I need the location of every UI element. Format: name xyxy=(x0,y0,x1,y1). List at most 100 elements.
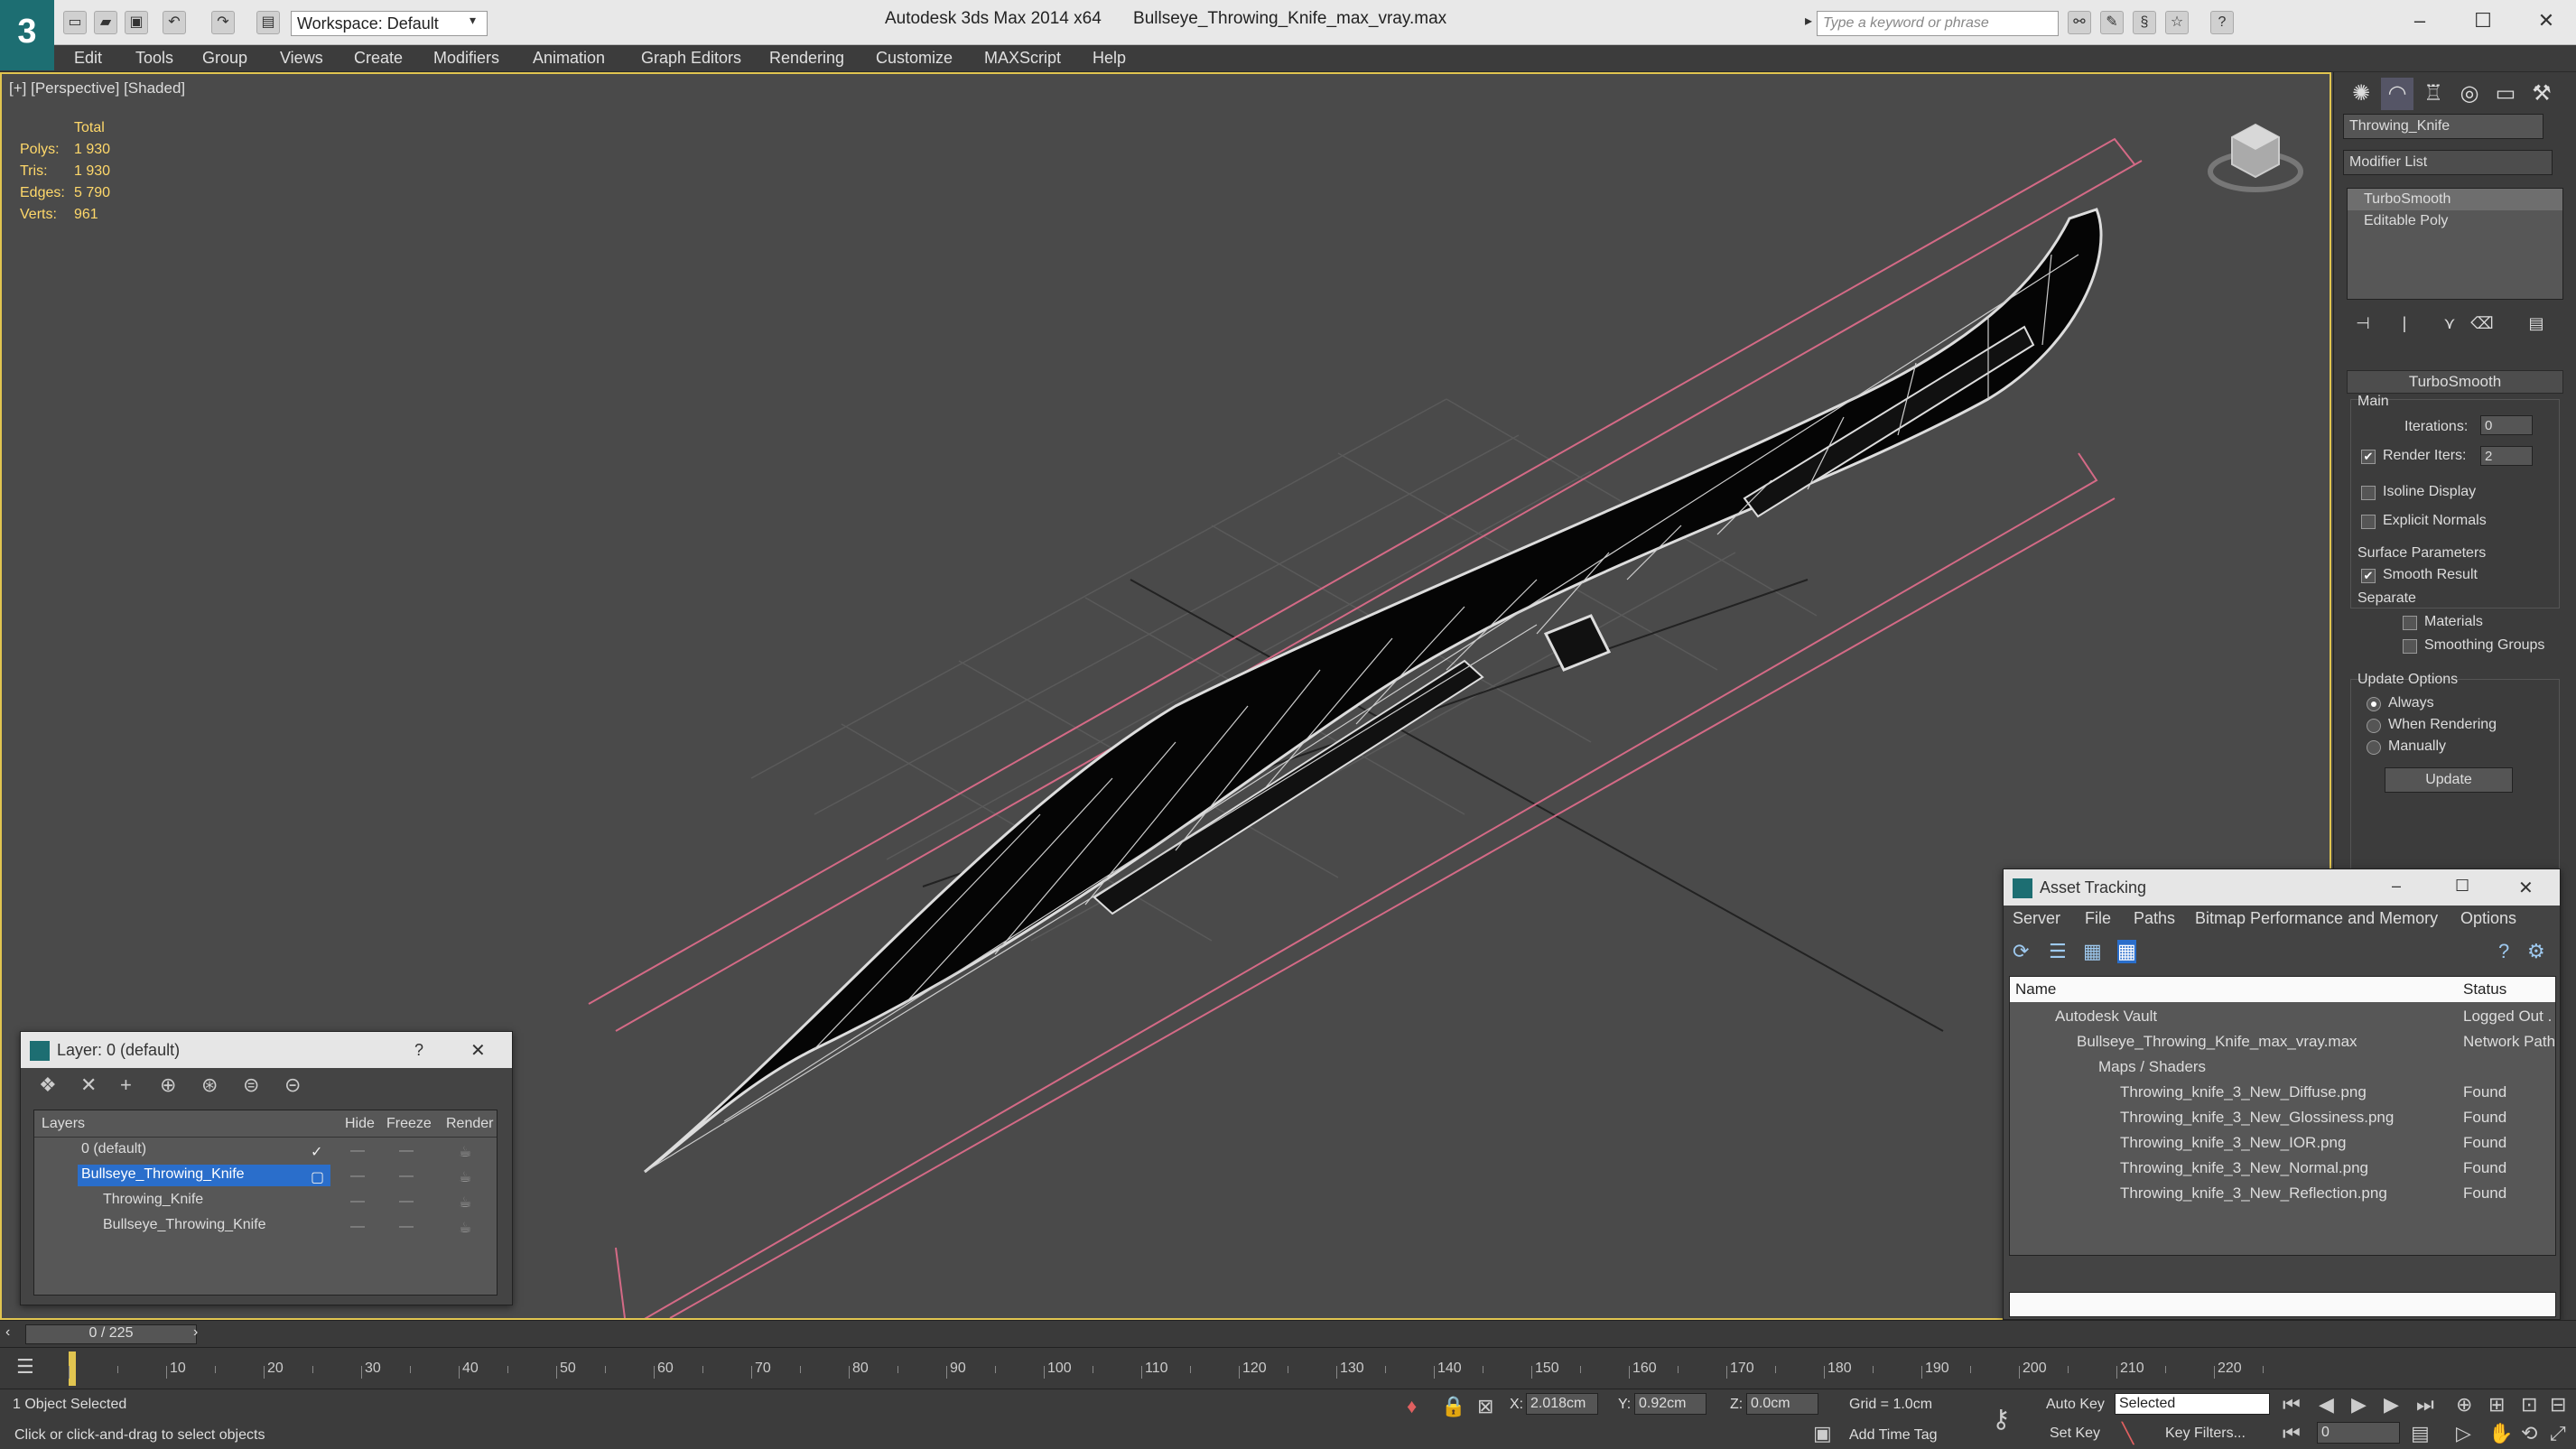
previous-frame-icon[interactable]: ◀ xyxy=(2319,1393,2334,1416)
iterations-spinner[interactable]: 0 xyxy=(2480,415,2533,435)
help-icon[interactable]: ? xyxy=(2498,940,2509,963)
menu-create[interactable]: Create xyxy=(354,49,403,68)
render-iters-spinner[interactable]: 2 xyxy=(2480,446,2533,466)
x-coordinate-field[interactable]: 2.018cm xyxy=(1526,1393,1598,1415)
zoom-icon[interactable]: ⊕ xyxy=(2456,1393,2472,1416)
absolute-mode-icon[interactable]: ⊠ xyxy=(1477,1395,1493,1418)
settings-icon[interactable]: ⚙ xyxy=(2527,940,2545,963)
turbosmooth-rollout-header[interactable]: TurboSmooth xyxy=(2347,370,2563,394)
time-configuration-icon[interactable]: ▤ xyxy=(2411,1422,2430,1445)
render-teapot-icon[interactable]: ☕ xyxy=(459,1168,471,1186)
asset-path-field[interactable] xyxy=(2009,1292,2556,1317)
update-when-rendering-radio[interactable] xyxy=(2367,719,2381,733)
table-row[interactable]: Throwing_knife_3_New_Diffuse.png Found xyxy=(2010,1080,2555,1105)
redo-icon[interactable]: ↷ xyxy=(211,11,235,34)
explicit-normals-checkbox[interactable] xyxy=(2361,515,2376,529)
save-file-icon[interactable]: ▣ xyxy=(125,11,148,34)
close-icon[interactable]: ✕ xyxy=(2518,877,2534,899)
track-bar[interactable]: ☰ 10 20 30 40 50 60 70 80 90 100 110 120 130 140 150 16… xyxy=(0,1347,2576,1389)
list-view-icon[interactable]: ☰ xyxy=(2049,940,2067,963)
menu-maxscript[interactable]: MAXScript xyxy=(984,49,1061,68)
motion-tab-icon[interactable]: ◎ xyxy=(2453,78,2486,110)
add-to-layer-icon[interactable]: + xyxy=(120,1073,132,1097)
menu-animation[interactable]: Animation xyxy=(533,49,605,68)
update-manually-radio[interactable] xyxy=(2367,740,2381,755)
go-to-start-icon[interactable]: ⏮ xyxy=(2283,1393,2301,1416)
app-logo[interactable]: 3 xyxy=(0,0,54,70)
table-row[interactable]: Throwing_knife_3_New_IOR.png Found xyxy=(2010,1130,2555,1156)
layer-window-titlebar[interactable]: Layer: 0 (default) ? ✕ xyxy=(21,1032,512,1068)
zoom-extents-icon[interactable]: ⊡ xyxy=(2521,1393,2537,1416)
modifier-list-dropdown[interactable]: Modifier List xyxy=(2343,150,2553,175)
undo-icon[interactable]: ↶ xyxy=(163,11,186,34)
layer-row[interactable]: Throwing_Knife — — ☕ xyxy=(34,1188,497,1213)
open-file-icon[interactable]: ▰ xyxy=(94,11,117,34)
materials-checkbox[interactable] xyxy=(2403,616,2417,630)
active-layer-check-icon[interactable]: ✓ xyxy=(311,1143,322,1161)
lock-icon[interactable]: 🔒 xyxy=(1441,1395,1465,1418)
chevron-right-icon[interactable]: › xyxy=(193,1324,198,1341)
close-icon[interactable]: ✕ xyxy=(2528,5,2564,36)
mini-curve-editor-icon[interactable]: ☰ xyxy=(16,1355,34,1379)
object-name-field[interactable]: Throwing_Knife xyxy=(2343,114,2543,139)
render-teapot-icon[interactable]: ☕ xyxy=(459,1143,471,1161)
project-folder-icon[interactable]: ▤ xyxy=(256,11,280,34)
next-frame-icon[interactable]: ▶ xyxy=(2384,1393,2399,1416)
time-tag-icon[interactable]: ▣ xyxy=(1813,1422,1832,1445)
z-coordinate-field[interactable]: 0.0cm xyxy=(1746,1393,1818,1415)
auto-key-button[interactable]: Auto Key xyxy=(2046,1397,2105,1413)
remove-modifier-icon[interactable]: ⌫ xyxy=(2466,307,2498,339)
table-view-icon[interactable]: ▦ xyxy=(2117,940,2136,963)
chevron-left-icon[interactable]: ‹ xyxy=(5,1324,10,1341)
configure-modifier-sets-icon[interactable]: ▤ xyxy=(2520,307,2553,339)
minimize-icon[interactable]: – xyxy=(2402,5,2438,36)
asset-menu-server[interactable]: Server xyxy=(2013,909,2060,928)
subscription-icon[interactable]: ✎ xyxy=(2100,11,2124,34)
hierarchy-tab-icon[interactable]: ♖ xyxy=(2417,78,2450,110)
time-slider[interactable]: 0 / 225 xyxy=(25,1324,197,1344)
maximize-icon[interactable]: ☐ xyxy=(2455,877,2469,896)
isolate-selection-icon[interactable]: ♦ xyxy=(1407,1395,1417,1418)
detail-view-icon[interactable]: ▦ xyxy=(2083,940,2102,963)
new-layer-icon[interactable]: ❖ xyxy=(39,1073,57,1097)
set-current-layer-icon[interactable]: ▢ xyxy=(311,1168,324,1186)
make-unique-icon[interactable]: ⋎ xyxy=(2433,307,2466,339)
utilities-tab-icon[interactable]: ⚒ xyxy=(2525,78,2558,110)
layer-row[interactable]: 0 (default) ✓ — — ☕ xyxy=(34,1138,497,1163)
freeze-all-icon[interactable]: ⊝ xyxy=(284,1073,301,1097)
key-mode-dropdown[interactable]: Selected xyxy=(2115,1393,2270,1415)
new-file-icon[interactable]: ▭ xyxy=(63,11,87,34)
maximize-icon[interactable]: ☐ xyxy=(2465,5,2501,36)
minimize-icon[interactable]: – xyxy=(2392,877,2401,896)
create-tab-icon[interactable]: ✺ xyxy=(2345,78,2377,110)
render-teapot-icon[interactable]: ☕ xyxy=(459,1219,471,1237)
zoom-all-icon[interactable]: ⊞ xyxy=(2488,1393,2505,1416)
favorites-star-icon[interactable]: ☆ xyxy=(2165,11,2189,34)
render-teapot-icon[interactable]: ☕ xyxy=(459,1194,471,1212)
workspace-dropdown[interactable]: Workspace: Default xyxy=(291,11,488,36)
field-of-view-icon[interactable]: ▷ xyxy=(2456,1422,2471,1445)
hide-all-icon[interactable]: ⊜ xyxy=(243,1073,259,1097)
menu-customize[interactable]: Customize xyxy=(876,49,953,68)
layer-row[interactable]: Bullseye_Throwing_Knife ▢ — — ☕ xyxy=(34,1163,497,1188)
asset-menu-paths[interactable]: Paths xyxy=(2134,909,2175,928)
frame-ruler[interactable]: 10 20 30 40 50 60 70 80 90 100 110 120 130 140 150 160 1… xyxy=(69,1348,2264,1389)
pin-stack-icon[interactable]: ⊣ xyxy=(2347,307,2379,339)
smooth-result-checkbox[interactable]: ✔ xyxy=(2361,569,2376,583)
menu-graph-editors[interactable]: Graph Editors xyxy=(641,49,741,68)
current-frame-field[interactable]: 0 xyxy=(2317,1422,2400,1444)
menu-group[interactable]: Group xyxy=(202,49,247,68)
menu-modifiers[interactable]: Modifiers xyxy=(433,49,499,68)
layer-row[interactable]: Bullseye_Throwing_Knife — — ☕ xyxy=(34,1213,497,1239)
select-objects-icon[interactable]: ⊕ xyxy=(160,1073,176,1097)
help-icon[interactable]: ? xyxy=(414,1041,423,1060)
add-time-tag[interactable]: Add Time Tag xyxy=(1849,1427,1938,1444)
communication-icon[interactable]: § xyxy=(2133,11,2156,34)
modify-tab-icon[interactable]: ◠ xyxy=(2381,78,2413,110)
refresh-icon[interactable]: ⟳ xyxy=(2013,940,2029,963)
delete-layer-icon[interactable]: ✕ xyxy=(80,1073,97,1097)
asset-menu-file[interactable]: File xyxy=(2085,909,2111,928)
menu-rendering[interactable]: Rendering xyxy=(769,49,844,68)
update-button[interactable]: Update xyxy=(2385,767,2513,793)
stack-item-turbosmooth[interactable]: TurboSmooth xyxy=(2348,189,2562,210)
